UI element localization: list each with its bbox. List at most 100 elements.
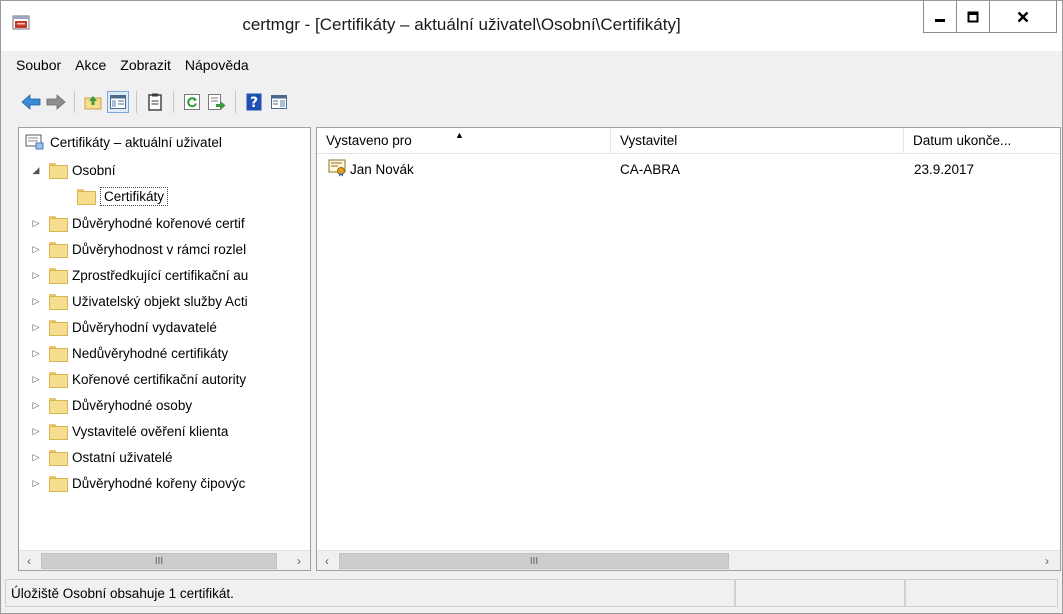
expand-icon[interactable]: ▷ — [29, 348, 43, 359]
window-title: certmgr - [Certifikáty – aktuální uživat… — [242, 15, 681, 34]
menu-bar: Soubor Akce Zobrazit Nápověda — [1, 54, 1062, 76]
column-header-issuer[interactable]: Vystavitel — [611, 128, 904, 154]
minimize-button[interactable] — [923, 1, 957, 33]
tree-node[interactable]: ▷ Důvěryhodné kořeny čipovýc — [29, 471, 245, 495]
cell-expiration: 23.9.2017 — [914, 162, 975, 177]
folder-icon — [49, 424, 68, 440]
title-bar[interactable]: certmgr - [Certifikáty – aktuální uživat… — [1, 1, 1062, 51]
tree-horizontal-scrollbar[interactable]: ‹ III › — [19, 550, 310, 570]
expand-icon[interactable]: ▷ — [29, 270, 43, 281]
status-panel — [735, 579, 905, 607]
refresh-button[interactable] — [181, 91, 203, 113]
expand-icon[interactable]: ▷ — [29, 244, 43, 255]
tree-node-label: Důvěryhodné kořenové certif — [72, 215, 245, 231]
maximize-button[interactable] — [956, 1, 990, 33]
tree-node-osobni[interactable]: ◢ Osobní — [29, 158, 116, 182]
toolbar-separator — [74, 91, 75, 113]
tree-node-label: Důvěryhodné kořeny čipovýc — [72, 475, 246, 491]
toolbar: ? — [1, 85, 1062, 119]
expand-icon[interactable]: ▷ — [29, 400, 43, 411]
toolbar-separator — [136, 91, 137, 113]
folder-icon — [49, 320, 68, 336]
expand-icon[interactable]: ▷ — [29, 478, 43, 489]
expand-icon[interactable]: ▷ — [29, 322, 43, 333]
export-list-button[interactable] — [206, 91, 228, 113]
list-horizontal-scrollbar[interactable]: ‹ III › — [317, 550, 1060, 570]
show-hide-tree-button[interactable] — [107, 91, 129, 113]
up-folder-icon — [84, 96, 102, 110]
certificate-list[interactable]: Vystaveno pro ▲ Vystavitel Datum ukonče.… — [316, 127, 1061, 571]
scrollbar-thumb[interactable]: III — [41, 553, 277, 569]
back-button[interactable] — [20, 91, 42, 113]
tree-node-certifikaty[interactable]: Certifikáty — [77, 184, 169, 208]
console-tree[interactable]: Certifikáty – aktuální uživatel ◢ Osobní… — [18, 127, 311, 571]
tree-node-label: Důvěryhodnost v rámci rozlel — [72, 241, 247, 257]
clipboard-icon — [148, 93, 162, 111]
toolbar-separator — [235, 91, 236, 113]
menu-zobrazit[interactable]: Zobrazit — [113, 57, 178, 73]
tree-node-label: Důvěryhodné osoby — [72, 397, 193, 413]
folder-icon — [49, 294, 68, 310]
expand-icon[interactable]: ▷ — [29, 218, 43, 229]
tree-node[interactable]: ▷ Důvěryhodné kořenové certif — [29, 211, 245, 235]
menu-akce[interactable]: Akce — [68, 57, 113, 73]
scroll-right-arrow-icon[interactable]: › — [1039, 553, 1055, 569]
collapse-icon[interactable]: ◢ — [29, 165, 43, 176]
properties-icon — [271, 95, 287, 109]
tree-node[interactable]: ▷ Vystavitelé ověření klienta — [29, 419, 228, 443]
cell-issuer: CA-ABRA — [620, 162, 681, 177]
properties-button[interactable] — [268, 91, 290, 113]
tree-node[interactable]: ▷ Důvěryhodnost v rámci rozlel — [29, 237, 246, 261]
tree-node-label: Vystavitelé ověření klienta — [72, 423, 229, 439]
folder-icon — [49, 346, 68, 362]
tree-node-label: Důvěryhodní vydavatelé — [72, 319, 217, 335]
expand-icon[interactable]: ▷ — [29, 296, 43, 307]
folder-icon — [49, 450, 68, 466]
column-header-label: Vystaveno pro — [326, 133, 412, 148]
column-header-issued-to[interactable]: Vystaveno pro ▲ — [317, 128, 611, 154]
folder-icon — [49, 398, 68, 414]
folder-icon — [49, 372, 68, 388]
expand-icon[interactable]: ▷ — [29, 426, 43, 437]
scroll-left-arrow-icon[interactable]: ‹ — [21, 553, 37, 569]
tree-node[interactable]: ▷ Kořenové certifikační autority — [29, 367, 246, 391]
tree-node[interactable]: ▷ Uživatelský objekt služby Acti — [29, 289, 248, 313]
tree-node[interactable]: ▷ Důvěryhodné osoby — [29, 393, 192, 417]
tree-node-label: Ostatní uživatelé — [72, 449, 173, 465]
toolbar-separator — [173, 91, 174, 113]
column-header-label: Vystavitel — [620, 133, 678, 148]
tree-node[interactable]: ▷ Nedůvěryhodné certifikáty — [29, 341, 228, 365]
tree-node[interactable]: ▷ Zprostředkující certifikační au — [29, 263, 248, 287]
menu-napoveda[interactable]: Nápověda — [178, 57, 256, 73]
tree-node-label: Zprostředkující certifikační au — [72, 267, 249, 283]
expand-icon[interactable]: ▷ — [29, 374, 43, 385]
maximize-icon — [967, 11, 979, 22]
tree-node-label: Uživatelský objekt služby Acti — [72, 293, 248, 309]
scroll-left-arrow-icon[interactable]: ‹ — [319, 553, 335, 569]
tree-root[interactable]: Certifikáty – aktuální uživatel — [25, 130, 222, 154]
scroll-right-arrow-icon[interactable]: › — [291, 553, 307, 569]
tree-node[interactable]: ▷ Ostatní uživatelé — [29, 445, 173, 469]
up-one-level-button[interactable] — [82, 91, 104, 113]
tree-node[interactable]: ▷ Důvěryhodní vydavatelé — [29, 315, 217, 339]
clipboard-button[interactable] — [144, 91, 166, 113]
status-panel — [905, 579, 1058, 607]
tree-root-label: Certifikáty – aktuální uživatel — [50, 134, 222, 150]
tree-node-label: Nedůvěryhodné certifikáty — [72, 345, 229, 361]
expand-icon[interactable]: ▷ — [29, 452, 43, 463]
svg-text:?: ? — [250, 95, 258, 111]
help-icon: ? — [246, 93, 262, 111]
help-button[interactable]: ? — [243, 91, 265, 113]
export-list-icon — [208, 94, 226, 110]
menu-soubor[interactable]: Soubor — [9, 57, 68, 73]
folder-icon — [49, 268, 68, 284]
table-row[interactable]: Jan Novák CA-ABRA 23.9.2017 — [317, 156, 1060, 182]
folder-icon — [49, 242, 68, 258]
column-header-expiration[interactable]: Datum ukonče... — [904, 128, 1060, 154]
scrollbar-thumb[interactable]: III — [339, 553, 729, 569]
sort-ascending-icon: ▲ — [455, 130, 464, 140]
close-button[interactable] — [989, 1, 1057, 33]
folder-icon — [49, 216, 68, 232]
forward-icon — [46, 94, 66, 110]
forward-button[interactable] — [45, 91, 67, 113]
